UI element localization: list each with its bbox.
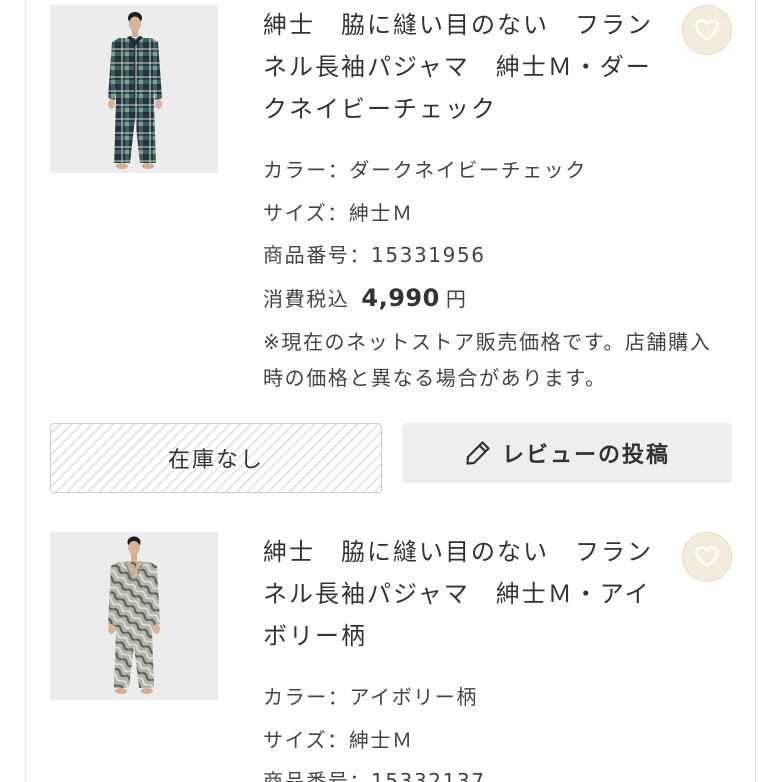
product-number-label: 商品番号： xyxy=(263,243,371,267)
product-title-line: ネル長袖パジャマ 紳士Ｍ・アイ xyxy=(263,580,651,608)
product-item: 紳士 脇に縫い目のない フラン ネル長袖パジャマ 紳士Ｍ・アイ ボリー柄 カラー… xyxy=(0,527,782,782)
product-title-line: クネイビーチェック xyxy=(263,95,497,123)
product-number-row: 商品番号：15332137 xyxy=(263,761,733,782)
size-value: 紳士Ｍ xyxy=(348,200,414,225)
price-note-line: ※現在のネットストア販売価格です。店舗購入 xyxy=(263,330,712,354)
product-title[interactable]: 紳士 脇に縫い目のない フラン ネル長袖パジャマ 紳士Ｍ・アイ ボリー柄 xyxy=(263,531,663,657)
product-details: カラー：ダークネイビーチェック サイズ：紳士Ｍ 商品番号：15331956 消費… xyxy=(263,149,733,319)
write-review-button[interactable]: レビューの投稿 xyxy=(402,423,732,483)
size-label: サイズ： xyxy=(263,727,349,752)
heart-icon xyxy=(695,546,719,568)
out-of-stock-button: 在庫なし xyxy=(50,423,382,493)
product-title-line: ボリー柄 xyxy=(263,622,367,650)
heart-icon xyxy=(695,19,719,41)
color-row: カラー：アイボリー柄 xyxy=(263,676,733,719)
product-title-line: 紳士 脇に縫い目のない フラン xyxy=(263,538,653,566)
color-label: カラー： xyxy=(263,158,350,182)
price-currency: 円 xyxy=(445,286,468,311)
product-number-value: 15331956 xyxy=(371,243,486,267)
price-note-line: 時の価格と異なる場合があります。 xyxy=(263,366,607,390)
favorite-button[interactable] xyxy=(682,5,732,55)
product-title[interactable]: 紳士 脇に縫い目のない フラン ネル長袖パジャマ 紳士Ｍ・ダー クネイビーチェッ… xyxy=(263,4,663,130)
out-of-stock-label: 在庫なし xyxy=(167,448,264,473)
size-row: サイズ：紳士Ｍ xyxy=(263,192,733,235)
product-photo xyxy=(50,5,218,173)
favorite-button[interactable] xyxy=(682,532,732,582)
product-number-row: 商品番号：15331956 xyxy=(263,234,733,277)
price-amount: 4,990 xyxy=(361,283,440,312)
color-value: アイボリー柄 xyxy=(349,685,479,709)
pencil-icon xyxy=(464,439,492,467)
product-title-line: ネル長袖パジャマ 紳士Ｍ・ダー xyxy=(263,53,652,81)
color-label: カラー： xyxy=(263,685,350,709)
color-row: カラー：ダークネイビーチェック xyxy=(263,149,733,192)
write-review-label: レビューの投稿 xyxy=(501,443,670,468)
size-value: 紳士Ｍ xyxy=(348,727,414,752)
price-note: ※現在のネットストア販売価格です。店舗購入 時の価格と異なる場合があります。 xyxy=(263,324,743,396)
product-photo xyxy=(50,532,218,700)
product-details: カラー：アイボリー柄 サイズ：紳士Ｍ 商品番号：15332137 xyxy=(263,676,733,782)
product-item: 紳士 脇に縫い目のない フラン ネル長袖パジャマ 紳士Ｍ・ダー クネイビーチェッ… xyxy=(0,0,782,527)
product-list-page: 紳士 脇に縫い目のない フラン ネル長袖パジャマ 紳士Ｍ・ダー クネイビーチェッ… xyxy=(0,0,782,782)
size-label: サイズ： xyxy=(263,200,349,225)
price-row: 消費税込 4,990 円 xyxy=(263,277,733,320)
product-number-value: 15332137 xyxy=(371,769,486,782)
product-image[interactable] xyxy=(50,532,218,700)
product-image[interactable] xyxy=(50,5,218,173)
size-row: サイズ：紳士Ｍ xyxy=(263,719,733,762)
price-tax-label: 消費税込 xyxy=(263,286,350,311)
color-value: ダークネイビーチェック xyxy=(349,158,588,182)
product-number-label: 商品番号： xyxy=(263,769,371,782)
product-title-line: 紳士 脇に縫い目のない フラン xyxy=(263,11,653,39)
